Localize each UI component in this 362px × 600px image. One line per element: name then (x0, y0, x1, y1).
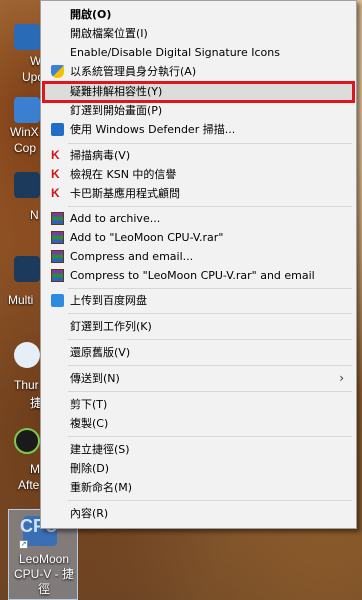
context-menu: 開啟(O) 開啟檔案位置(I) Enable/Disable Digital S… (40, 0, 357, 529)
chevron-right-icon: › (339, 371, 344, 385)
menu-item-label: 疑難排解相容性(Y) (70, 85, 163, 98)
kaspersky-icon: K (51, 167, 60, 181)
desktop-icon-label: WinX (10, 125, 39, 139)
menu-item-troubleshoot-compatibility[interactable]: 疑難排解相容性(Y) (43, 82, 354, 101)
shortcut-arrow-icon: ↗ (19, 540, 28, 549)
menu-item-create-shortcut[interactable]: 建立捷徑(S) (43, 440, 354, 459)
menu-item-label: 還原舊版(V) (70, 346, 131, 359)
menu-item-label: 傳送到(N) (70, 372, 120, 385)
kaspersky-icon: K (51, 148, 60, 162)
menu-separator (68, 206, 352, 207)
app-icon (14, 24, 40, 50)
windows-defender-icon (51, 123, 64, 136)
menu-item-delete[interactable]: 刪除(D) (43, 459, 354, 478)
menu-item-scan-virus[interactable]: K 掃描病毒(V) (43, 146, 354, 165)
desktop-icon-label: N (30, 208, 39, 222)
menu-separator (68, 365, 352, 366)
desktop-icon-label: Thur (14, 378, 39, 392)
winrar-icon (51, 269, 64, 282)
app-icon (14, 256, 40, 282)
menu-item-label: Compress and email... (70, 250, 194, 263)
menu-separator (68, 313, 352, 314)
menu-item-restore-previous-versions[interactable]: 還原舊版(V) (43, 343, 354, 362)
menu-item-open-file-location[interactable]: 開啟檔案位置(I) (43, 24, 354, 43)
winrar-icon (51, 212, 64, 225)
menu-item-label: 開啟(O) (70, 8, 112, 21)
menu-separator (68, 391, 352, 392)
app-icon (14, 342, 40, 368)
menu-item-pin-to-start[interactable]: 釘選到開始畫面(P) (43, 101, 354, 120)
menu-separator (68, 339, 352, 340)
menu-item-run-as-admin[interactable]: 以系統管理員身分執行(A) (43, 62, 354, 81)
menu-item-label: 檢視在 KSN 中的信譽 (70, 168, 177, 181)
menu-separator (68, 436, 352, 437)
menu-item-ksn-reputation[interactable]: K 檢視在 KSN 中的信譽 (43, 165, 354, 184)
kaspersky-icon: K (51, 186, 60, 200)
menu-item-properties[interactable]: 內容(R) (43, 504, 354, 523)
menu-item-label: Enable/Disable Digital Signature Icons (70, 46, 280, 59)
menu-item-compress-and-email[interactable]: Compress and email... (43, 247, 354, 266)
menu-separator (68, 500, 352, 501)
desktop-icon-label: Multi (8, 293, 34, 307)
menu-item-label: Add to "LeoMoon CPU-V.rar" (70, 231, 224, 244)
desktop-icon-label: M (30, 462, 40, 476)
menu-item-label: 開啟檔案位置(I) (70, 27, 148, 40)
menu-item-label: 重新命名(M) (70, 481, 133, 494)
desktop-icon-label: Afte (18, 478, 40, 492)
menu-item-label: 以系統管理員身分執行(A) (70, 65, 197, 78)
selected-icon-label: LeoMoon CPU-V - 捷徑 (13, 552, 74, 596)
menu-item-label: Compress to "LeoMoon CPU-V.rar" and emai… (70, 269, 315, 282)
menu-item-add-to-rar[interactable]: Add to "LeoMoon CPU-V.rar" (43, 228, 354, 247)
menu-item-label: 上传到百度网盘 (70, 294, 147, 307)
menu-item-rename[interactable]: 重新命名(M) (43, 478, 354, 497)
menu-separator (68, 288, 352, 289)
menu-item-label: 卡巴斯基應用程式顧問 (70, 187, 180, 200)
menu-item-label: 內容(R) (70, 507, 109, 520)
winrar-icon (51, 250, 64, 263)
menu-item-label: 複製(C) (70, 417, 109, 430)
menu-item-label: 建立捷徑(S) (70, 443, 130, 456)
menu-item-label: 使用 Windows Defender 掃描... (70, 123, 236, 136)
baidu-netdisk-icon (51, 294, 64, 307)
menu-separator (68, 143, 352, 144)
menu-item-send-to[interactable]: 傳送到(N) › (43, 369, 354, 388)
menu-item-label: 刪除(D) (70, 462, 110, 475)
app-icon (14, 172, 40, 198)
menu-item-open[interactable]: 開啟(O) (43, 5, 354, 24)
menu-item-digital-signature-icons[interactable]: Enable/Disable Digital Signature Icons (43, 43, 354, 62)
menu-item-label: 掃描病毒(V) (70, 149, 131, 162)
app-icon (14, 97, 40, 123)
menu-item-label: 釘選到開始畫面(P) (70, 104, 163, 117)
menu-item-cut[interactable]: 剪下(T) (43, 395, 354, 414)
menu-item-copy[interactable]: 複製(C) (43, 414, 354, 433)
menu-item-upload-baidu[interactable]: 上传到百度网盘 (43, 291, 354, 310)
menu-item-label: Add to archive... (70, 212, 161, 225)
menu-item-defender-scan[interactable]: 使用 Windows Defender 掃描... (43, 120, 354, 139)
uac-shield-icon (51, 65, 64, 78)
menu-item-compress-to-rar-and-email[interactable]: Compress to "LeoMoon CPU-V.rar" and emai… (43, 266, 354, 285)
winrar-icon (51, 231, 64, 244)
menu-item-label: 釘選到工作列(K) (70, 320, 152, 333)
menu-item-add-to-archive[interactable]: Add to archive... (43, 209, 354, 228)
desktop-icon-label: Cop (14, 141, 37, 155)
menu-item-pin-to-taskbar[interactable]: 釘選到工作列(K) (43, 317, 354, 336)
menu-item-kaspersky-advisor[interactable]: K 卡巴斯基應用程式顧問 (43, 184, 354, 203)
app-icon (14, 428, 40, 454)
menu-item-label: 剪下(T) (70, 398, 108, 411)
